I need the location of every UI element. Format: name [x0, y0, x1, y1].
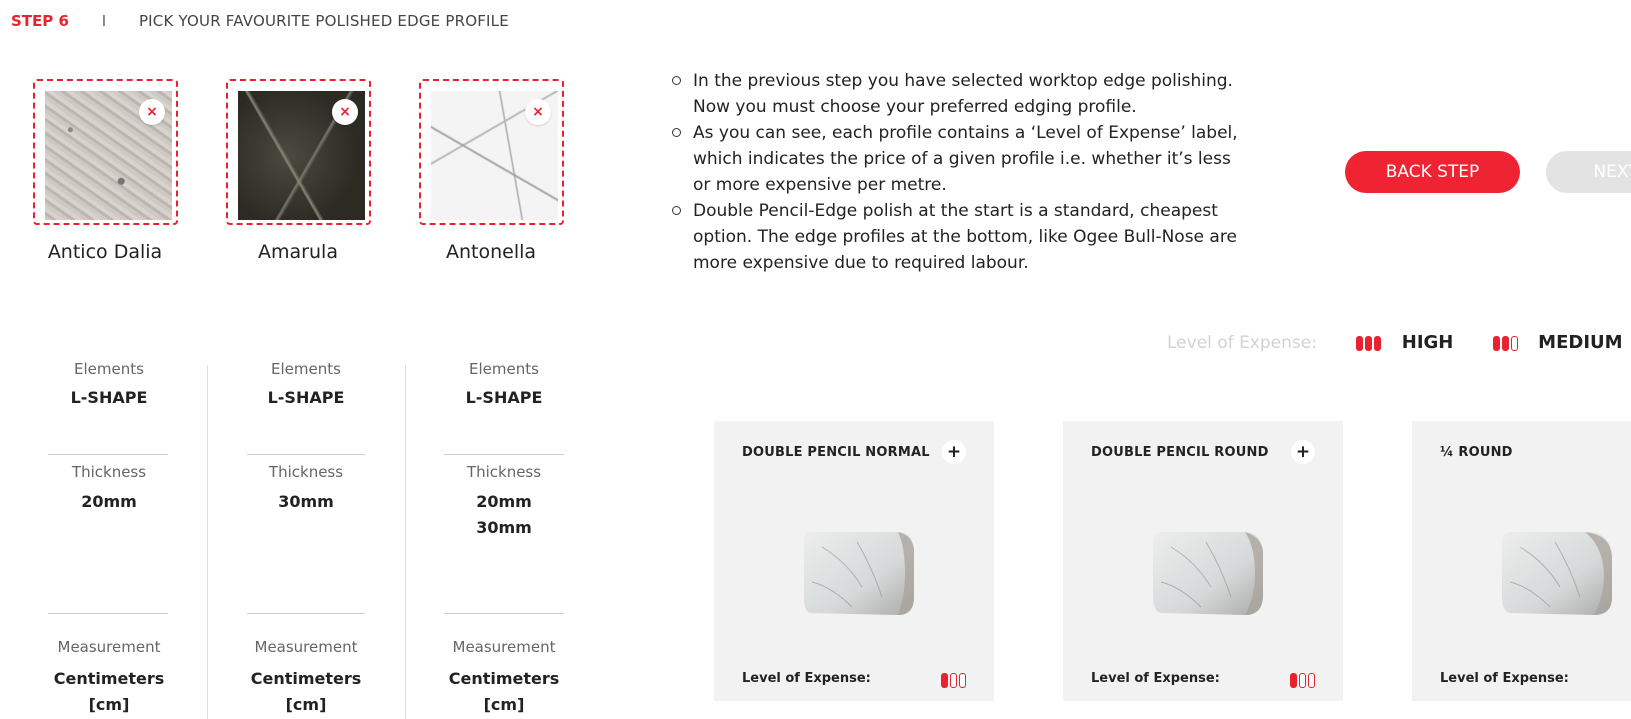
material-name: Amarula — [258, 241, 338, 263]
spec-column: Elements L-SHAPE Thickness 30mm Measurem… — [246, 360, 366, 714]
measurement-label: Measurement — [57, 638, 161, 656]
measurement-label: Measurement — [254, 638, 358, 656]
step-number: STEP 6 — [11, 12, 69, 30]
profile-card[interactable]: DOUBLE PENCIL NORMAL + Level of Expense: — [714, 421, 994, 701]
expense-pill-empty — [1308, 673, 1315, 688]
profile-stone-image — [1502, 532, 1612, 615]
expense-pill-filled — [941, 673, 948, 688]
instruction-item: As you can see, each profile contains a … — [672, 120, 1253, 198]
expense-level-icon — [941, 673, 966, 688]
step-separator: I — [101, 12, 107, 30]
thickness-label: Thickness — [71, 463, 147, 481]
remove-material-icon[interactable]: × — [525, 99, 551, 125]
column-divider — [405, 365, 406, 719]
profile-title: DOUBLE PENCIL ROUND — [1091, 445, 1269, 460]
expense-pill-filled — [1365, 335, 1373, 351]
thickness-value: 30mm — [278, 492, 334, 511]
material-name: Antonella — [445, 241, 537, 263]
profile-title: DOUBLE PENCIL NORMAL — [742, 445, 930, 460]
row-divider — [444, 613, 564, 614]
expense-label: Level of Expense: — [742, 671, 871, 686]
add-profile-icon[interactable]: + — [942, 440, 966, 464]
legend-item-medium: MEDIUM — [1538, 332, 1623, 353]
instruction-item: Double Pencil-Edge polish at the start i… — [672, 198, 1253, 276]
instruction-item: In the previous step you have selected w… — [672, 68, 1253, 120]
expense-pill-filled — [1374, 335, 1382, 351]
measurement-value: Centimeters — [53, 669, 165, 688]
column-divider — [207, 365, 208, 719]
elements-value: L-SHAPE — [267, 388, 345, 407]
measurement-unit: [cm] — [285, 695, 327, 714]
measurement-unit: [cm] — [88, 695, 130, 714]
thickness-value: 20mm — [81, 492, 137, 511]
row-divider — [48, 613, 168, 614]
row-divider — [247, 613, 365, 614]
back-step-button[interactable]: BACK STEP — [1345, 151, 1520, 193]
instructions-list: In the previous step you have selected w… — [668, 68, 1253, 276]
thickness-label: Thickness — [466, 463, 542, 481]
expense-pill-filled — [1356, 335, 1364, 351]
expense-level-icon — [1290, 673, 1315, 688]
elements-value: L-SHAPE — [465, 388, 543, 407]
elements-label: Elements — [271, 360, 341, 378]
thickness-label: Thickness — [268, 463, 344, 481]
expense-label: Level of Expense: — [1091, 671, 1220, 686]
expense-pill-filled — [1290, 673, 1297, 688]
expense-high-icon — [1356, 335, 1382, 351]
profile-stone-image — [804, 532, 914, 615]
thickness-value: 20mm — [476, 492, 532, 511]
expense-label: Level of Expense: — [1440, 671, 1569, 686]
expense-legend: Level of Expense: HIGH MEDIUM — [1167, 332, 1623, 353]
remove-material-icon[interactable]: × — [332, 99, 358, 125]
step-title: PICK YOUR FAVOURITE POLISHED EDGE PROFIL… — [138, 12, 509, 30]
expense-pill-empty — [959, 673, 966, 688]
elements-label: Elements — [469, 360, 539, 378]
measurement-unit: [cm] — [483, 695, 525, 714]
material-name: Antico Dalia — [47, 241, 163, 263]
profile-card[interactable]: DOUBLE PENCIL ROUND + Level of Expense: — [1063, 421, 1343, 701]
expense-pill-filled — [1501, 335, 1509, 351]
legend-item-high: HIGH — [1401, 332, 1454, 353]
step-header: STEP 6 I PICK YOUR FAVOURITE POLISHED ED… — [11, 12, 509, 30]
measurement-value: Centimeters — [448, 669, 560, 688]
spec-column: Elements L-SHAPE Thickness 20mm 30mm Mea… — [444, 360, 564, 714]
profile-stone-image — [1153, 532, 1263, 615]
spec-column: Elements L-SHAPE Thickness 20mm Measurem… — [49, 360, 169, 714]
expense-medium-icon — [1492, 335, 1518, 351]
add-profile-icon[interactable]: + — [1291, 440, 1315, 464]
remove-material-icon[interactable]: × — [139, 99, 165, 125]
elements-value: L-SHAPE — [70, 388, 148, 407]
thickness-value: 30mm — [476, 518, 532, 537]
next-step-button[interactable]: NEXT — [1546, 151, 1631, 193]
expense-pill-empty — [1299, 673, 1306, 688]
measurement-value: Centimeters — [250, 669, 362, 688]
measurement-label: Measurement — [452, 638, 556, 656]
expense-pill-empty — [1510, 335, 1518, 351]
expense-pill-filled — [1492, 335, 1500, 351]
elements-label: Elements — [74, 360, 144, 378]
legend-label: Level of Expense: — [1167, 333, 1317, 353]
profile-card[interactable]: ¼ ROUND Level of Expense: — [1412, 421, 1631, 701]
expense-pill-empty — [950, 673, 957, 688]
profile-title: ¼ ROUND — [1440, 445, 1513, 460]
